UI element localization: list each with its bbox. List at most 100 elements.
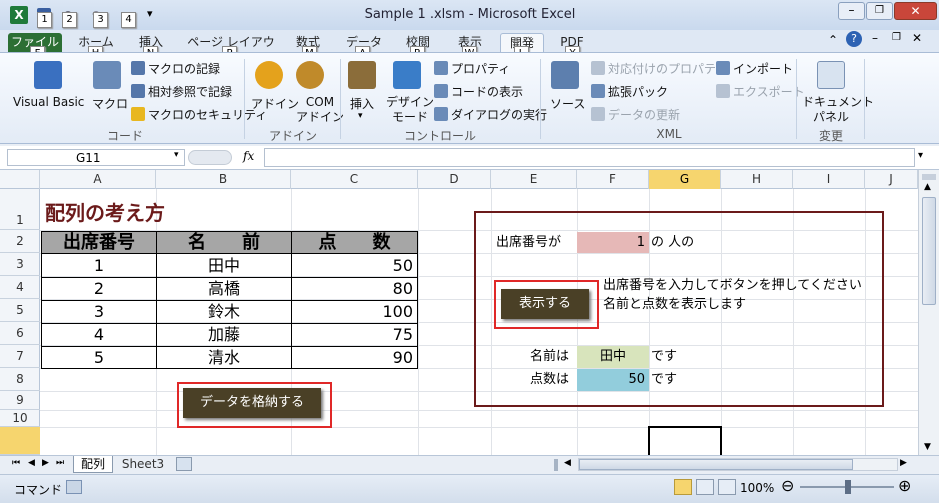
active-cell-g11[interactable] <box>648 426 722 455</box>
name-box[interactable]: G11 ▾ <box>7 149 185 166</box>
expansion-pack-button[interactable]: 拡張パック <box>591 83 668 100</box>
insert-dropdown-icon[interactable]: ▾ <box>358 111 363 121</box>
column-header-h[interactable]: H <box>721 170 793 189</box>
name-box-dropdown-icon[interactable]: ▾ <box>174 150 179 160</box>
column-header-e[interactable]: E <box>491 170 577 189</box>
zoom-level[interactable]: 100% <box>740 481 774 495</box>
worksheet-grid[interactable]: 配列の考え方 出席番号 名 前 点 数 1 田中 50 2 高橋 80 3 鈴木… <box>40 189 918 455</box>
show-button[interactable]: 表示する <box>501 289 589 319</box>
hscroll-thumb[interactable] <box>579 459 853 470</box>
scroll-up-icon[interactable]: ▲ <box>924 182 931 192</box>
select-all-corner[interactable] <box>0 170 40 189</box>
doc-close-icon[interactable]: ✕ <box>912 31 922 45</box>
restore-button[interactable]: ❐ <box>866 2 893 20</box>
hscroll-left-icon[interactable]: ◀ <box>564 458 571 468</box>
cell-score[interactable]: 75 <box>292 324 413 346</box>
row-header-2[interactable]: 2 <box>0 230 40 253</box>
column-header-a[interactable]: A <box>40 170 156 189</box>
row-header-7[interactable]: 7 <box>0 345 40 368</box>
sheet-nav-next-icon[interactable]: ▶ <box>42 458 49 468</box>
zoom-slider-thumb[interactable] <box>845 480 851 494</box>
page-break-view-icon[interactable] <box>718 479 736 495</box>
column-header-g[interactable]: G <box>649 170 721 189</box>
cell-score[interactable]: 80 <box>292 278 413 300</box>
xml-source-button[interactable]: ソース <box>550 95 585 112</box>
document-panel-button[interactable]: ドキュメント パネル <box>802 95 874 125</box>
column-header-f[interactable]: F <box>577 170 649 189</box>
row-header-3[interactable]: 3 <box>0 253 40 276</box>
column-header-j[interactable]: J <box>865 170 918 189</box>
import-button[interactable]: インポート <box>716 60 793 77</box>
cell-number[interactable]: 5 <box>42 347 156 369</box>
ribbon-minimize-icon[interactable]: ⌃ <box>828 33 838 47</box>
minimize-button[interactable]: – <box>838 2 865 20</box>
macro-record-icon[interactable] <box>66 480 82 494</box>
doc-minimize-icon[interactable]: – <box>872 31 878 45</box>
student-number-input[interactable]: 1 <box>577 232 649 253</box>
formula-expand-icon[interactable]: ▾ <box>918 150 923 161</box>
column-header-c[interactable]: C <box>291 170 418 189</box>
cell-name[interactable]: 加藤 <box>157 324 291 346</box>
relative-ref-button[interactable]: 相対参照で記録 <box>131 83 232 100</box>
cell-score[interactable]: 50 <box>292 255 413 277</box>
column-header-b[interactable]: B <box>156 170 291 189</box>
view-code-button[interactable]: コードの表示 <box>434 83 523 100</box>
cell-name[interactable]: 田中 <box>157 255 291 277</box>
visual-basic-button[interactable]: Visual Basic <box>13 95 84 109</box>
help-icon[interactable]: ? <box>846 31 862 47</box>
cell-score[interactable]: 90 <box>292 347 413 369</box>
design-mode-button[interactable]: デザイン モード <box>386 95 434 125</box>
sheet-tab[interactable]: Sheet3 <box>117 456 169 473</box>
horizontal-scrollbar[interactable] <box>578 458 898 471</box>
row-header-5[interactable]: 5 <box>0 299 40 322</box>
cell-number[interactable]: 2 <box>42 278 156 300</box>
insert-control-button[interactable]: 挿入 <box>350 95 374 112</box>
column-header-d[interactable]: D <box>418 170 491 189</box>
row-header-10[interactable]: 10 <box>0 410 40 427</box>
cell-name[interactable]: 鈴木 <box>157 301 291 323</box>
row-header-4[interactable]: 4 <box>0 276 40 299</box>
row-header-11[interactable] <box>0 427 40 455</box>
row-header-6[interactable]: 6 <box>0 322 40 345</box>
row-header-1[interactable]: 1 <box>0 189 40 230</box>
macro-button[interactable]: マクロ <box>92 95 128 112</box>
qat-customize-icon[interactable]: ▾ <box>147 7 153 20</box>
macro-security-button[interactable]: マクロのセキュリティ <box>131 106 267 123</box>
sheet-nav-last-icon[interactable]: ⏭ <box>56 458 64 468</box>
scroll-thumb[interactable] <box>922 197 936 305</box>
formula-input[interactable] <box>264 148 915 167</box>
cell-number[interactable]: 1 <box>42 255 156 277</box>
doc-restore-icon[interactable]: ❐ <box>892 32 901 43</box>
hscroll-right-icon[interactable]: ▶ <box>900 458 907 468</box>
store-data-button[interactable]: データを格納する <box>183 388 321 418</box>
tab-split-handle[interactable] <box>554 459 558 471</box>
cell-name[interactable]: 高橋 <box>157 278 291 300</box>
column-header-i[interactable]: I <box>793 170 865 189</box>
vertical-scrollbar[interactable]: ▲ ▼ <box>918 170 939 455</box>
sheet-tab-active[interactable]: 配列 <box>73 456 113 473</box>
zoom-in-icon[interactable]: ⊕ <box>898 476 911 495</box>
cell-number[interactable]: 4 <box>42 324 156 346</box>
com-addin-button[interactable]: COM アドイン <box>296 95 344 125</box>
properties-button[interactable]: プロパティ <box>434 60 510 77</box>
record-macro-button[interactable]: マクロの記録 <box>131 60 220 77</box>
cell-number[interactable]: 3 <box>42 301 156 323</box>
cell-score[interactable]: 100 <box>292 301 413 323</box>
scroll-down-icon[interactable]: ▼ <box>924 442 931 452</box>
run-dialog-button[interactable]: ダイアログの実行 <box>434 106 547 123</box>
export-button[interactable]: エクスポート <box>716 83 805 100</box>
refresh-data-button[interactable]: データの更新 <box>591 106 680 123</box>
page-layout-view-icon[interactable] <box>696 479 714 495</box>
normal-view-icon[interactable] <box>674 479 692 495</box>
addin-button[interactable]: アドイン <box>251 95 299 112</box>
zoom-out-icon[interactable]: ⊖ <box>781 476 794 495</box>
close-button[interactable]: ✕ <box>894 2 937 20</box>
zoom-slider[interactable] <box>800 480 894 494</box>
map-properties-button[interactable]: 対応付けのプロパティ <box>591 60 727 77</box>
cell-name[interactable]: 清水 <box>157 347 291 369</box>
split-box[interactable] <box>922 174 936 180</box>
row-header-9[interactable]: 9 <box>0 391 40 410</box>
insert-function-icon[interactable]: fx <box>243 149 254 163</box>
sheet-nav-prev-icon[interactable]: ◀ <box>28 458 35 468</box>
row-header-8[interactable]: 8 <box>0 368 40 391</box>
